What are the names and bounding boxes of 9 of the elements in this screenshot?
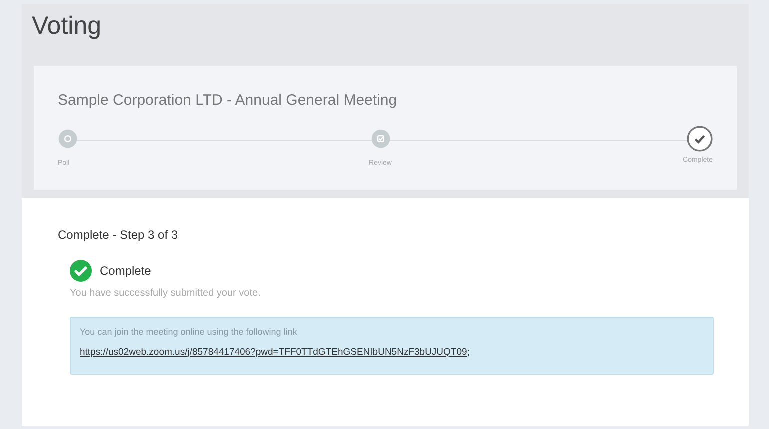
page-title: Voting [32,14,103,39]
check-circle-icon [70,260,92,282]
meeting-link[interactable]: https://us02web.zoom.us/j/85784417406?pwd=TFF0TTdGTEhGSENIbUN5NzF3bUJUQT09 [80,346,468,360]
meeting-title: Sample Corporation LTD - Annual General Meeting [58,91,398,111]
step-heading: Complete - Step 3 of 3 [58,227,180,244]
status-message: You have successfully submitted your vote. [69,287,262,301]
info-text: You can join the meeting online using the following link [80,326,298,339]
status-title: Complete [100,263,152,280]
link-suffix: ; [467,346,470,360]
